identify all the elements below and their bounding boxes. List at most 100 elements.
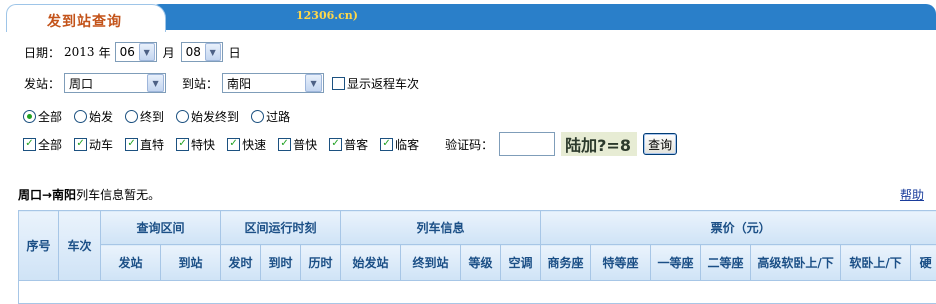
train-type-emu[interactable]: ✓ 动车 [74, 136, 113, 153]
train-type-ordinary-fast[interactable]: ✓ 普快 [278, 136, 317, 153]
col-terminal-station: 终到站 [400, 244, 462, 281]
train-type-row: ✓ 全部 ✓ 动车 ✓ 直特 ✓ 特快 ✓ 快速 ✓ 普快 ✓ 普客 ✓ 临客 … [23, 132, 678, 156]
captcha-label: 验证码： [445, 137, 494, 152]
radio-button[interactable] [176, 110, 190, 123]
table-header-row: 序号 车次 查询区间 区间运行时刻 列车信息 票价（元） [18, 210, 936, 281]
month-value: 06 [119, 45, 135, 59]
col-seq: 序号 [18, 210, 59, 281]
radio-label: 全部 [38, 110, 63, 124]
radio-origin[interactable]: 始发 [74, 108, 113, 125]
col-second-class: 二等座 [700, 244, 752, 281]
from-station-label: 发站： [24, 76, 61, 91]
radio-all[interactable]: 全部 [23, 108, 62, 125]
radio-selected-dot [27, 114, 32, 119]
captcha-image[interactable]: 陆加?=8 [561, 132, 638, 156]
train-type-ordinary-passenger[interactable]: ✓ 普客 [329, 136, 368, 153]
captcha-input[interactable] [499, 132, 556, 156]
tab-title: 发到站查询 [47, 14, 122, 30]
train-type-fast[interactable]: ✓ 快速 [227, 136, 266, 153]
train-type-label: 快速 [242, 137, 267, 152]
col-first-class: 一等座 [650, 244, 702, 281]
route-text: 周口→南阳 [18, 188, 77, 202]
col-premium-seat: 特等座 [590, 244, 652, 281]
train-type-direct-express[interactable]: ✓ 直特 [125, 136, 164, 153]
group-fare: 票价（元） [540, 210, 936, 245]
show-return-option[interactable]: ✓ 显示返程车次 [332, 75, 419, 92]
check-icon[interactable]: ✓ [74, 137, 88, 151]
to-station-label: 到站： [182, 76, 219, 91]
col-origin-station: 始发站 [340, 244, 402, 281]
month-select[interactable]: 06 ▼ [114, 42, 157, 62]
day-value: 08 [185, 45, 201, 59]
radio-origin-terminal[interactable]: 始发终到 [176, 108, 239, 125]
chevron-down-icon[interactable]: ▼ [147, 74, 165, 92]
radio-label: 始发 [89, 110, 114, 124]
check-icon[interactable]: ✓ [125, 137, 139, 151]
radio-passing[interactable]: 过路 [251, 108, 290, 125]
date-label: 日期： [24, 45, 61, 60]
radio-button[interactable] [23, 110, 36, 123]
radio-button[interactable] [74, 110, 88, 123]
check-icon[interactable]: ✓ [380, 137, 394, 151]
check-icon[interactable]: ✓ [227, 137, 241, 151]
check-icon[interactable]: ✓ [278, 137, 292, 151]
train-type-label: 特快 [191, 137, 216, 152]
col-depart-time: 发时 [220, 244, 262, 281]
col-arrive-station: 到站 [159, 244, 222, 281]
query-button[interactable]: 查询 [643, 133, 678, 155]
col-arrive-time: 到时 [260, 244, 302, 281]
check-icon[interactable]: ✓ [329, 137, 343, 151]
train-type-label: 直特 [140, 137, 165, 152]
radio-button[interactable] [251, 110, 265, 123]
radio-label: 始发终到 [191, 110, 240, 124]
col-depart-station: 发站 [100, 244, 161, 281]
table-body-empty [18, 280, 936, 304]
tab-arrival-query[interactable]: 发到站查询 [6, 4, 166, 32]
to-station-value: 南阳 [227, 76, 252, 91]
day-unit: 日 [228, 45, 241, 60]
train-type-label: 全部 [38, 137, 63, 152]
no-info-text: 列车信息暂无。 [76, 188, 161, 202]
date-row: 日期： 2013 年 06 ▼ 月 08 ▼ 日 [24, 42, 241, 62]
month-unit: 月 [162, 45, 175, 60]
train-type-label: 动车 [89, 137, 114, 152]
train-type-temporary[interactable]: ✓ 临客 [380, 136, 419, 153]
from-station-value: 周口 [69, 76, 94, 91]
check-icon[interactable]: ✓ [23, 137, 36, 151]
train-type-special-express[interactable]: ✓ 特快 [176, 136, 215, 153]
year-value: 2013 [64, 45, 95, 59]
table-subheader-row: 发站 到站 发时 到时 历时 始发站 终到站 等级 空调 商务座 特等座 一等座… [19, 244, 936, 281]
train-type-all[interactable]: ✓ 全部 [23, 136, 62, 153]
col-business-seat: 商务座 [540, 244, 592, 281]
return-trains-checkbox[interactable]: ✓ [332, 76, 346, 90]
col-soft-sleeper: 软卧上/下 [840, 244, 912, 281]
col-grade: 等级 [460, 244, 502, 281]
chevron-down-icon[interactable]: ▼ [305, 74, 323, 92]
train-type-label: 临客 [395, 137, 420, 152]
col-deluxe-soft-sleeper: 高级软卧上/下 [750, 244, 842, 281]
site-domain-text: 12306.cn) [296, 9, 358, 22]
col-duration: 历时 [300, 244, 342, 281]
train-type-label: 普快 [293, 137, 318, 152]
station-row: 发站： 周口 ▼ 到站： 南阳 ▼ ✓ 显示返程车次 [24, 73, 419, 93]
radio-terminal[interactable]: 终到 [125, 108, 164, 125]
chevron-down-icon[interactable]: ▼ [138, 43, 155, 61]
check-icon[interactable]: ✓ [176, 137, 190, 151]
col-hard-seat: 硬 [910, 244, 936, 281]
train-type-label: 普客 [344, 137, 369, 152]
radio-button[interactable] [125, 110, 139, 123]
from-station-select[interactable]: 周口 ▼ [64, 73, 167, 93]
radio-label: 过路 [266, 110, 291, 124]
year-unit: 年 [98, 45, 111, 60]
result-message: 周口→南阳列车信息暂无。 [18, 186, 160, 203]
chevron-down-icon[interactable]: ▼ [204, 43, 221, 61]
tab-bar-background [150, 4, 936, 30]
help-link[interactable]: 帮助 [900, 186, 924, 203]
top-tab-bar: 发到站查询 12306.cn) [0, 0, 936, 32]
group-train-info: 列车信息 [340, 210, 542, 245]
group-query-section: 查询区间 [99, 210, 222, 245]
to-station-select[interactable]: 南阳 ▼ [222, 73, 325, 93]
station-type-radio-row: 全部 始发 终到 始发终到 过路 [23, 108, 290, 125]
day-select[interactable]: 08 ▼ [180, 42, 223, 62]
return-trains-label: 显示返程车次 [347, 76, 420, 91]
